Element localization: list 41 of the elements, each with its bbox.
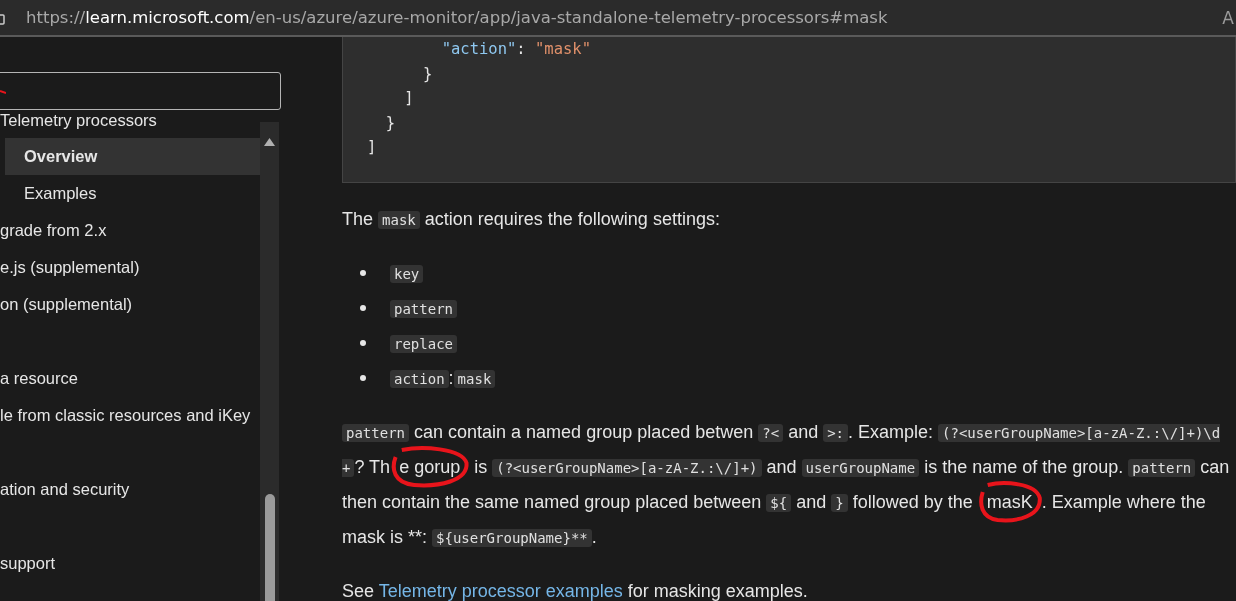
- bullet-icon: [360, 374, 366, 381]
- inline-code: key: [390, 264, 424, 283]
- inline-code: replace: [390, 334, 457, 353]
- nav-item[interactable]: le from classic resources and iKey: [0, 397, 260, 434]
- nav-item[interactable]: e.js (supplemental): [0, 249, 260, 286]
- bullet-icon: [360, 269, 366, 276]
- inline-code: ?<: [758, 423, 784, 442]
- inline-code: mask: [378, 210, 420, 229]
- paragraph: See Telemetry processor examples for masking examples.: [342, 579, 809, 601]
- nav-item[interactable]: ation and security: [0, 471, 260, 508]
- inline-code: pattern: [1128, 458, 1196, 477]
- nav-item[interactable]: Examples: [5, 175, 260, 212]
- list-text: :: [448, 367, 454, 388]
- nav-item[interactable]: on (supplemental): [0, 286, 260, 323]
- paragraph: pattern can contain a named group placed betwen ?< and >: . Example: (?<userGroupName>[a-zA-Z.:\/]+)\d+ ? Th e gorup is (?<userGroupName>[a-zA-Z.:\/]+) and userGroupName is the name of the group. pattern can then contain the same named group placed between ${ and } followed by the masK . Example where the mask is **: ${userGroupName}** .: [342, 420, 1231, 549]
- inline-code: ${: [766, 493, 792, 512]
- link[interactable]: Telemetry processor examples: [378, 580, 623, 601]
- inline-code: userGroupName: [801, 458, 920, 477]
- paragraph: The mask action requires the following settings:: [342, 207, 721, 231]
- scroll-up-icon[interactable]: [264, 138, 275, 146]
- bullet-icon: [360, 339, 366, 346]
- inline-code: }: [831, 493, 848, 512]
- inline-code: ${userGroupName}**: [432, 528, 592, 547]
- code-block: "action": "mask" } ] } ]: [342, 37, 1236, 183]
- inline-code: pattern: [390, 299, 457, 318]
- inline-code: mask: [453, 369, 496, 388]
- address-field[interactable]: https://learn.microsoft.com/en-us/azure/azure-monitor/app/java-standalone-telemetry-processors#mask: [26, 8, 1223, 27]
- nav-item[interactable]: Telemetry processors: [0, 110, 260, 138]
- inline-code: pattern: [342, 423, 409, 442]
- nav-item[interactable]: a resource: [0, 360, 260, 397]
- scroll-thumb[interactable]: [265, 494, 275, 601]
- nav-item[interactable]: grade from 2.x: [0, 212, 260, 249]
- filter-field[interactable]: [0, 72, 281, 110]
- read-aloud-icon[interactable]: A: [1222, 7, 1234, 28]
- bullet-icon: [360, 304, 366, 311]
- nav-item[interactable]: support: [0, 545, 260, 582]
- nav-item[interactable]: Overview: [5, 138, 260, 175]
- inline-code: (?<userGroupName>[a-zA-Z.:\/]+): [492, 458, 762, 477]
- inline-code: >:: [823, 423, 849, 442]
- annotation-mark: [0, 90, 6, 94]
- inline-code: action: [390, 369, 449, 388]
